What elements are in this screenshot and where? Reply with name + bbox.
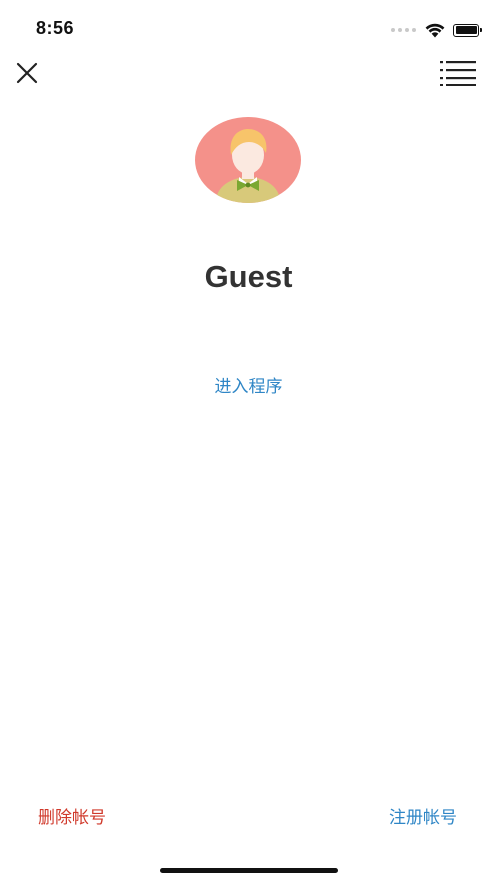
enter-program-link[interactable]: 进入程序 xyxy=(215,377,283,397)
close-button[interactable] xyxy=(12,58,42,88)
status-bar: 8:56 xyxy=(0,0,497,58)
list-menu-icon xyxy=(440,61,476,86)
status-time: 8:56 xyxy=(36,18,75,38)
menu-button[interactable] xyxy=(439,58,477,88)
status-icons xyxy=(391,22,482,38)
close-icon xyxy=(16,62,38,84)
username: Guest xyxy=(204,259,293,294)
delete-account-button[interactable]: 删除帐号 xyxy=(38,806,106,830)
enter-program-container: 进入程序 xyxy=(0,375,497,399)
wifi-icon xyxy=(425,23,445,37)
home-indicator[interactable] xyxy=(160,868,338,873)
avatar xyxy=(195,117,301,203)
battery-icon xyxy=(453,23,482,37)
guest-avatar-icon xyxy=(195,117,301,203)
signal-dots-icon xyxy=(391,28,416,32)
register-account-button[interactable]: 注册帐号 xyxy=(389,806,457,830)
